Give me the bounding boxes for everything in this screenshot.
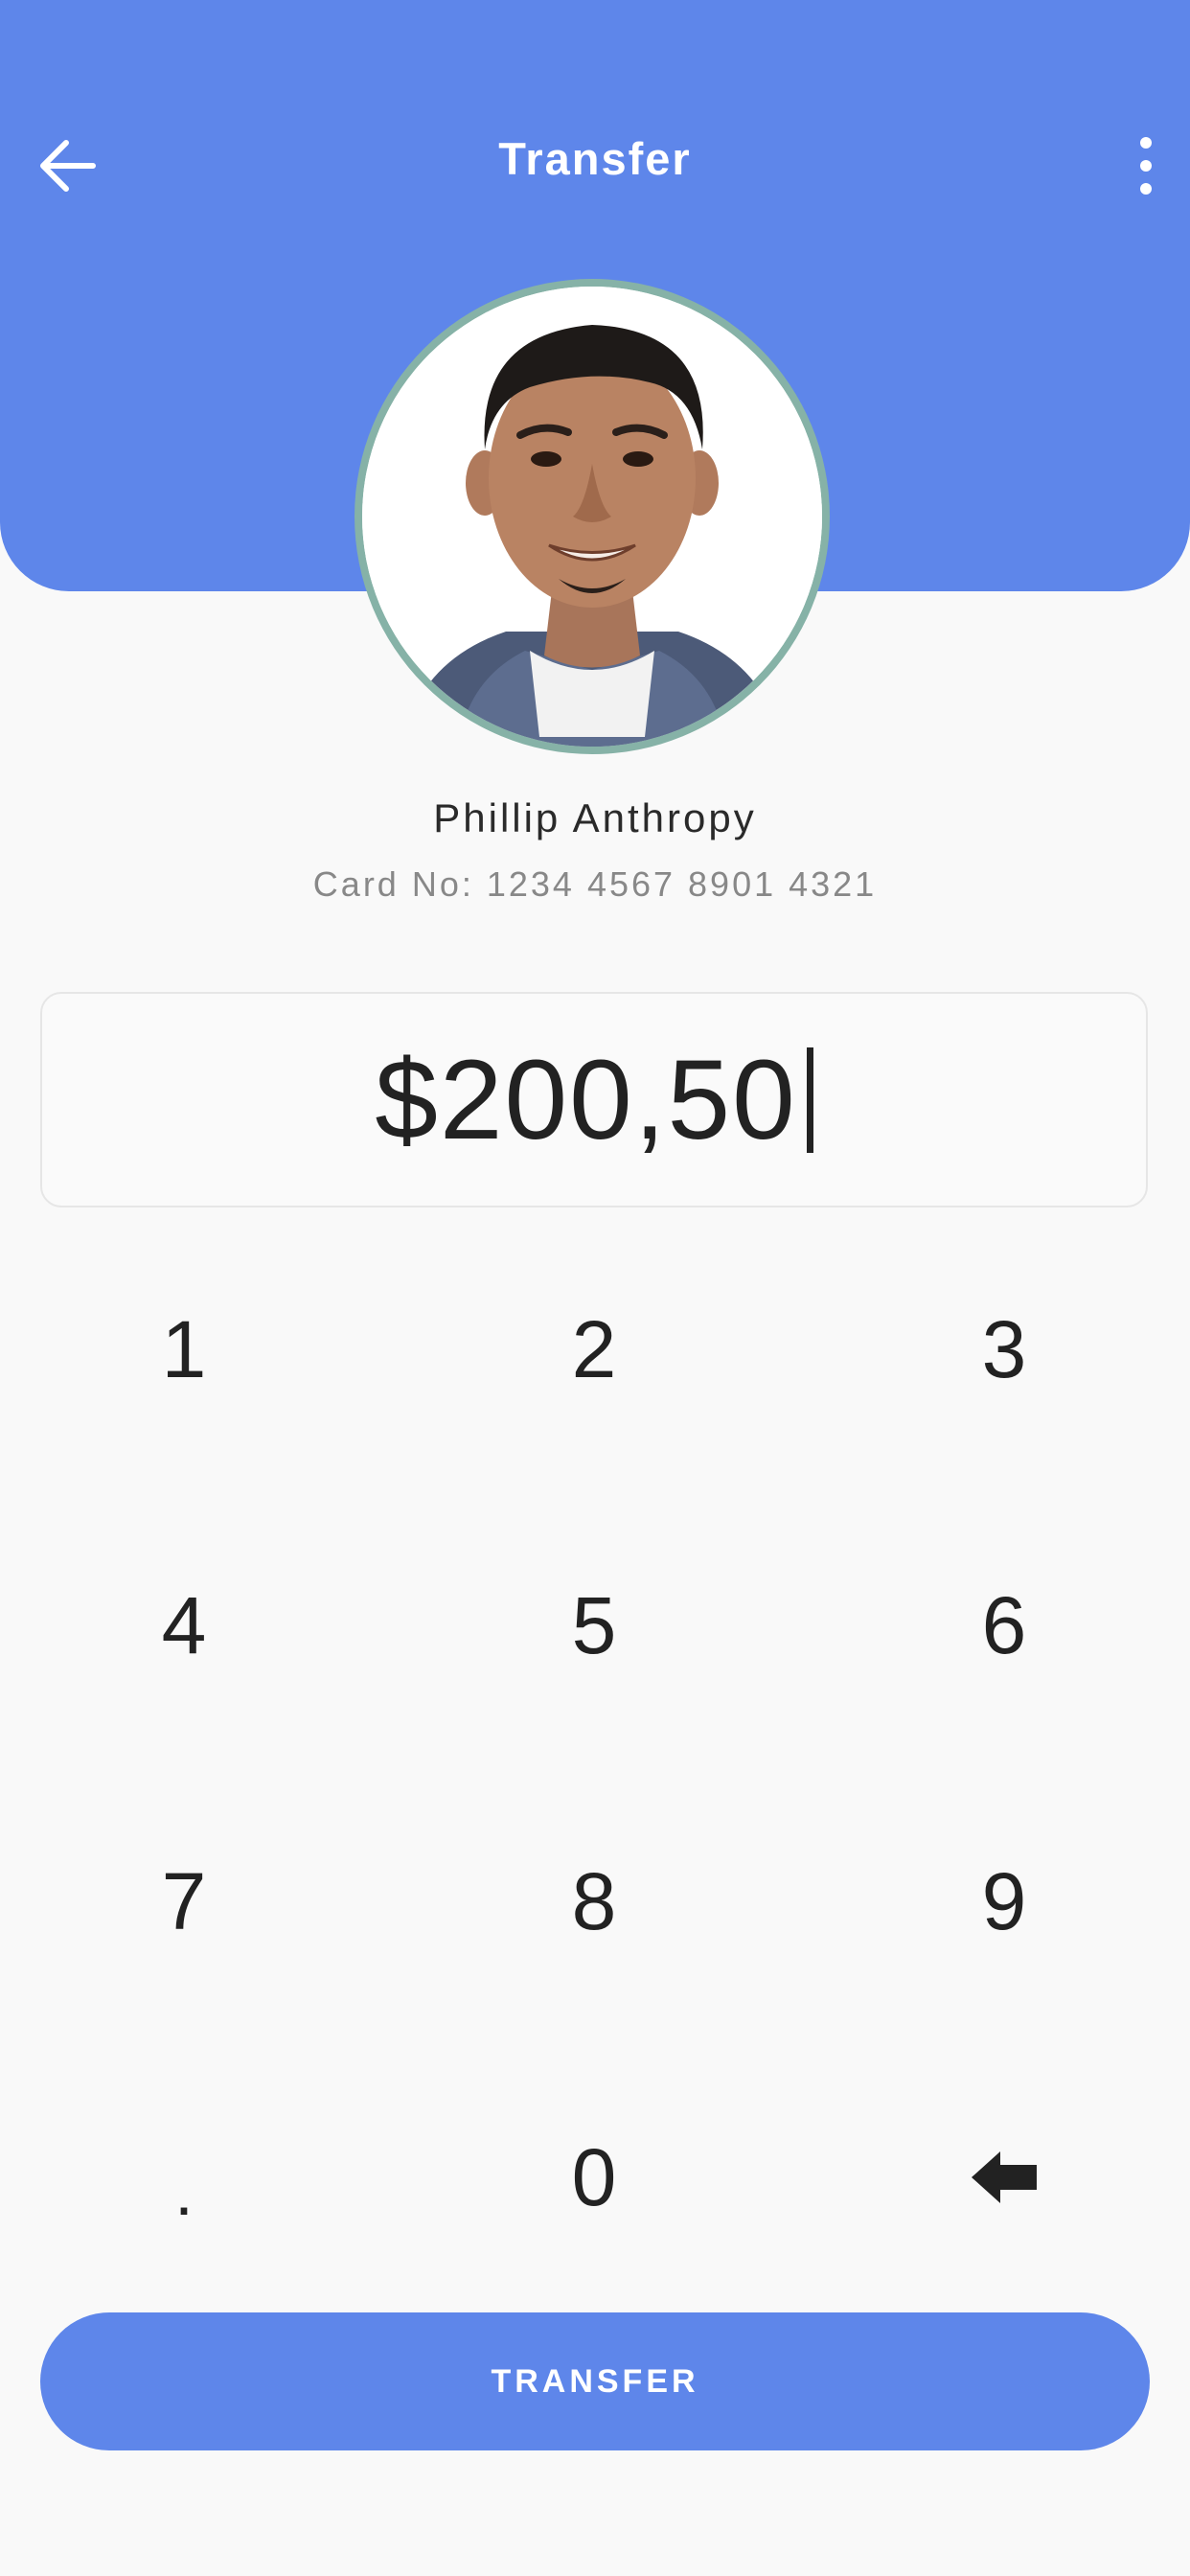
- keypad-backspace-button[interactable]: [860, 2082, 1148, 2273]
- keypad-key-4[interactable]: 4: [40, 1530, 328, 1721]
- keypad-key-8[interactable]: 8: [450, 1806, 738, 1997]
- avatar: [355, 279, 830, 754]
- keypad-key-3[interactable]: 3: [860, 1254, 1148, 1445]
- keypad-key-0[interactable]: 0: [450, 2082, 738, 2273]
- amount-value: $200,50: [375, 1036, 797, 1163]
- keypad-key-2[interactable]: 2: [450, 1254, 738, 1445]
- recipient-name: Phillip Anthropy: [433, 795, 757, 840]
- profile-photo: [362, 287, 822, 747]
- card-number: Card No: 1234 4567 8901 4321: [312, 864, 878, 904]
- text-cursor: [806, 1046, 813, 1153]
- more-options-button[interactable]: [1111, 125, 1180, 211]
- keypad-key-9[interactable]: 9: [860, 1806, 1148, 1997]
- keypad-key-1[interactable]: 1: [40, 1254, 328, 1445]
- keypad-key-7[interactable]: 7: [40, 1806, 328, 1997]
- more-vertical-icon: [1136, 135, 1156, 201]
- keypad-key-decimal[interactable]: .: [40, 2082, 328, 2273]
- backspace-arrow-icon: [970, 2131, 1039, 2224]
- amount-input[interactable]: $200,50: [40, 992, 1148, 1208]
- transfer-button[interactable]: TRANSFER: [40, 2312, 1150, 2450]
- keypad-key-5[interactable]: 5: [450, 1530, 738, 1721]
- page-title: Transfer: [498, 133, 692, 184]
- keypad-key-6[interactable]: 6: [860, 1530, 1148, 1721]
